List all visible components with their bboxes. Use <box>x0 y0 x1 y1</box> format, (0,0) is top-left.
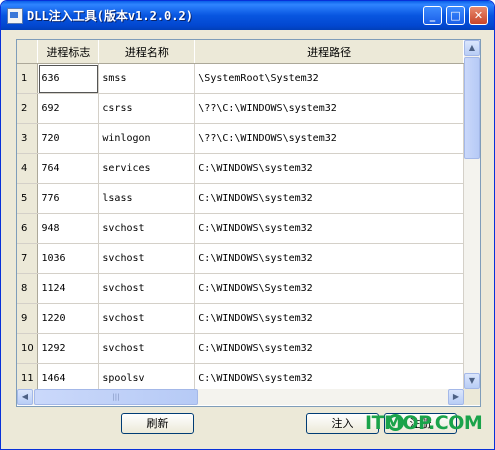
row-number: 3 <box>17 123 39 154</box>
process-name-cell[interactable]: svchost <box>98 213 196 244</box>
process-path-cell[interactable]: \??\C:\WINDOWS\system32 <box>194 123 464 154</box>
row-number: 5 <box>17 183 39 214</box>
process-list-frame: 进程标志 进程名称 进程路径 1 636 smss \SystemRoot\Syste… <box>16 39 481 407</box>
process-path-cell[interactable]: C:\WINDOWS\system32 <box>194 213 464 244</box>
process-grid: 进程标志 进程名称 进程路径 1 636 smss \SystemRoot\Syste… <box>17 40 464 389</box>
refresh-button[interactable]: 刷新 <box>121 413 194 434</box>
process-path-cell[interactable]: C:\WINDOWS\System32 <box>194 273 464 304</box>
process-path-cell[interactable]: C:\WINDOWS\system32 <box>194 153 464 184</box>
process-name-cell[interactable]: svchost <box>98 273 196 304</box>
table-row[interactable]: 8 1124 svchost C:\WINDOWS\System32 <box>17 273 464 304</box>
pid-cell[interactable]: 720 <box>37 123 100 154</box>
vertical-scrollbar[interactable]: ▲ ▼ <box>464 40 480 389</box>
header-process-path[interactable]: 进程路径 <box>194 40 464 64</box>
process-path-cell[interactable]: C:\WINDOWS\system32 <box>194 363 464 389</box>
pid-cell[interactable]: 1220 <box>37 303 100 334</box>
pid-cell[interactable]: 1464 <box>37 363 100 389</box>
table-row[interactable]: 10 1292 svchost C:\WINDOWS\system32 <box>17 333 464 364</box>
pid-cell[interactable]: 692 <box>37 93 100 124</box>
header-pid[interactable]: 进程标志 <box>37 40 100 64</box>
vertical-scroll-thumb[interactable] <box>464 57 480 159</box>
process-name-cell[interactable]: smss <box>98 63 196 94</box>
process-name-cell[interactable]: csrss <box>98 93 196 124</box>
table-row[interactable]: 3 720 winlogon \??\C:\WINDOWS\system32 <box>17 123 464 154</box>
process-table: 进程标志 进程名称 进程路径 1 636 smss \SystemRoot\Syste… <box>17 40 464 389</box>
app-icon <box>7 8 23 24</box>
pid-cell[interactable]: 1292 <box>37 333 100 364</box>
process-name-cell[interactable]: lsass <box>98 183 196 214</box>
process-path-cell[interactable]: C:\WINDOWS\system32 <box>194 183 464 214</box>
title-bar[interactable]: DLL注入工具(版本v1.2.0.2) _ □ ✕ <box>1 1 494 30</box>
scroll-down-icon[interactable]: ▼ <box>464 373 480 389</box>
row-number: 2 <box>17 93 39 124</box>
pid-cell[interactable]: 1124 <box>37 273 100 304</box>
process-path-cell[interactable]: \SystemRoot\System32 <box>194 63 464 94</box>
maximize-button[interactable]: □ <box>446 6 465 25</box>
horizontal-scroll-thumb[interactable]: ||| <box>34 389 198 405</box>
process-name-cell[interactable]: spoolsv <box>98 363 196 389</box>
minimize-button[interactable]: _ <box>423 6 442 25</box>
process-name-cell[interactable]: winlogon <box>98 123 196 154</box>
table-row[interactable]: 4 764 services C:\WINDOWS\system32 <box>17 153 464 184</box>
row-number: 7 <box>17 243 39 274</box>
process-name-cell[interactable]: svchost <box>98 303 196 334</box>
row-number: 4 <box>17 153 39 184</box>
table-row[interactable]: 9 1220 svchost C:\WINDOWS\system32 <box>17 303 464 334</box>
pid-cell[interactable]: 1036 <box>37 243 100 274</box>
process-path-cell[interactable]: C:\WINDOWS\system32 <box>194 303 464 334</box>
process-name-cell[interactable]: services <box>98 153 196 184</box>
table-row[interactable]: 5 776 lsass C:\WINDOWS\system32 <box>17 183 464 214</box>
process-path-cell[interactable]: C:\WINDOWS\system32 <box>194 243 464 274</box>
watermark-text: ITMOP.COM <box>365 412 483 434</box>
table-row[interactable]: 1 636 smss \SystemRoot\System32 <box>17 63 464 94</box>
pid-cell[interactable]: 636 <box>37 63 100 94</box>
table-row[interactable]: 11 1464 spoolsv C:\WINDOWS\system32 <box>17 363 464 389</box>
row-number: 8 <box>17 273 39 304</box>
table-row[interactable]: 7 1036 svchost C:\WINDOWS\system32 <box>17 243 464 274</box>
row-number: 9 <box>17 303 39 334</box>
window-title: DLL注入工具(版本v1.2.0.2) <box>27 9 193 23</box>
header-row-number <box>17 40 39 64</box>
row-number: 1 <box>17 63 39 94</box>
scroll-up-icon[interactable]: ▲ <box>464 40 480 56</box>
row-number: 11 <box>17 363 39 389</box>
scroll-corner <box>464 389 480 405</box>
process-name-cell[interactable]: svchost <box>98 243 196 274</box>
horizontal-scrollbar[interactable]: ◀ ||| ▶ <box>17 389 464 405</box>
scroll-right-icon[interactable]: ▶ <box>448 389 464 405</box>
table-row[interactable]: 6 948 svchost C:\WINDOWS\system32 <box>17 213 464 244</box>
close-button[interactable]: ✕ <box>469 6 488 25</box>
row-number: 6 <box>17 213 39 244</box>
process-name-cell[interactable]: svchost <box>98 333 196 364</box>
table-row[interactable]: 2 692 csrss \??\C:\WINDOWS\system32 <box>17 93 464 124</box>
process-path-cell[interactable]: \??\C:\WINDOWS\system32 <box>194 93 464 124</box>
pid-cell[interactable]: 948 <box>37 213 100 244</box>
main-window: DLL注入工具(版本v1.2.0.2) _ □ ✕ 进程标志 进程名称 进程路径… <box>0 0 495 450</box>
pid-cell[interactable]: 764 <box>37 153 100 184</box>
row-number: 10 <box>17 333 39 364</box>
header-row: 进程标志 进程名称 进程路径 <box>17 40 464 64</box>
process-path-cell[interactable]: C:\WINDOWS\system32 <box>194 333 464 364</box>
scroll-left-icon[interactable]: ◀ <box>17 389 33 405</box>
header-process-name[interactable]: 进程名称 <box>98 40 196 64</box>
pid-cell[interactable]: 776 <box>37 183 100 214</box>
